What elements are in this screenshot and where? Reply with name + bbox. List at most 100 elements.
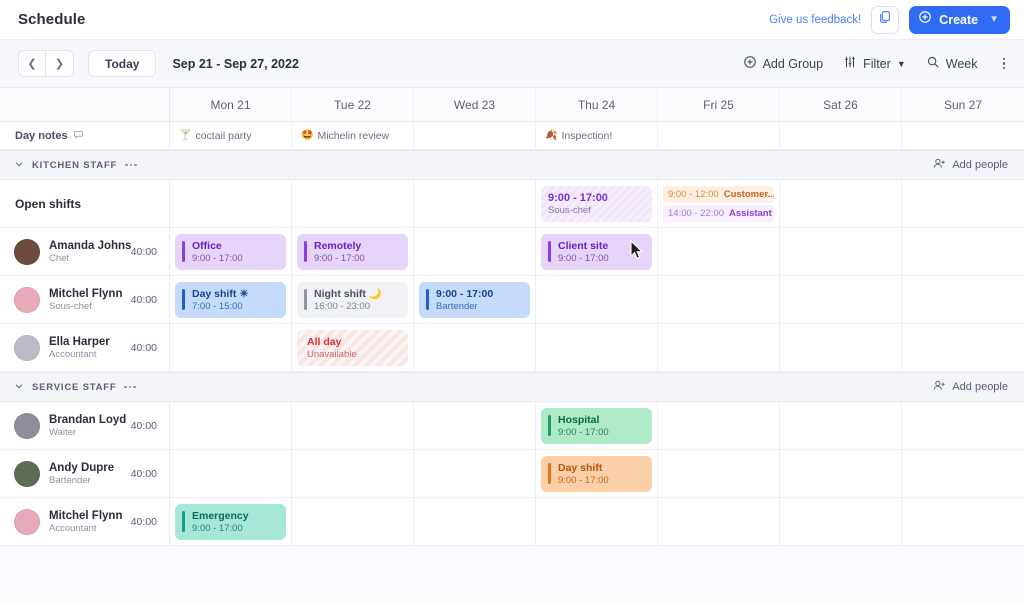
add-people-button-1[interactable]: Add people	[933, 379, 1008, 395]
schedule-cell-1[interactable]	[292, 450, 414, 497]
schedule-cell-1[interactable]	[292, 498, 414, 545]
schedule-cell-5[interactable]	[780, 498, 902, 545]
today-button[interactable]: Today	[88, 50, 156, 77]
header-actions: Give us feedback! Create ▼	[769, 6, 1010, 34]
schedule-cell-5[interactable]	[780, 276, 902, 323]
schedule-cell-5[interactable]	[780, 450, 902, 497]
open-shift-cell-4[interactable]: 9:00 - 12:00Customer... 14:00 - 22:00Assi…	[658, 180, 780, 227]
copy-button[interactable]	[871, 6, 899, 34]
filter-button[interactable]: Filter ▼	[843, 55, 906, 72]
schedule-cell-5[interactable]	[780, 228, 902, 275]
day-note-text-1: Michelin review	[317, 130, 389, 142]
shift-card[interactable]: Remotely9:00 - 17:00	[297, 234, 408, 270]
schedule-cell-0[interactable]: Day shift ☀7:00 - 15:00	[170, 276, 292, 323]
shift-card[interactable]: 9:00 - 17:00Sous-chef	[541, 186, 652, 222]
schedule-cell-4[interactable]	[658, 276, 780, 323]
shift-card[interactable]: Day shift9:00 - 17:00	[541, 456, 652, 492]
open-shift-cell-3[interactable]: 9:00 - 17:00Sous-chef	[536, 180, 658, 227]
schedule-cell-2[interactable]	[414, 324, 536, 371]
shift-card[interactable]: Day shift ☀7:00 - 15:00	[175, 282, 286, 318]
shift-card[interactable]: All dayUnavailable	[297, 330, 408, 366]
schedule-cell-6[interactable]	[902, 498, 1024, 545]
person-info-cell[interactable]: Mitchel FlynnSous-chef40:00	[0, 276, 170, 323]
schedule-cell-1[interactable]	[292, 402, 414, 449]
day-note-text-3: Inspection!	[561, 130, 612, 142]
schedule-cell-4[interactable]	[658, 450, 780, 497]
prev-week-button[interactable]: ❮	[18, 50, 46, 77]
schedule-cell-6[interactable]	[902, 276, 1024, 323]
open-shift-pill[interactable]: 9:00 - 12:00Customer...	[663, 186, 774, 203]
next-week-button[interactable]: ❯	[46, 50, 74, 77]
schedule-cell-3[interactable]	[536, 498, 658, 545]
schedule-cell-3[interactable]: Day shift9:00 - 17:00	[536, 450, 658, 497]
day-note-cell-0[interactable]: 🍸coctail party	[170, 122, 292, 149]
open-shift-cell-6[interactable]	[902, 180, 1024, 227]
schedule-cell-5[interactable]	[780, 402, 902, 449]
schedule-cell-4[interactable]	[658, 228, 780, 275]
day-note-cell-5[interactable]	[780, 122, 902, 149]
add-group-button[interactable]: Add Group	[743, 55, 823, 72]
schedule-cell-3[interactable]: Client site9:00 - 17:00	[536, 228, 658, 275]
shift-card[interactable]: Office9:00 - 17:00	[175, 234, 286, 270]
schedule-cell-0[interactable]	[170, 402, 292, 449]
schedule-cell-0[interactable]	[170, 324, 292, 371]
person-name: Brandan Loyd	[49, 414, 126, 426]
chevron-left-icon: ❮	[27, 57, 36, 70]
open-shift-cell-1[interactable]	[292, 180, 414, 227]
day-notes-label: Day notes	[15, 130, 68, 142]
schedule-cell-4[interactable]	[658, 498, 780, 545]
schedule-cell-4[interactable]	[658, 324, 780, 371]
create-button[interactable]: Create ▼	[909, 6, 1010, 34]
schedule-cell-2[interactable]: 9:00 - 17:00Bartender	[414, 276, 536, 323]
schedule-cell-3[interactable]	[536, 276, 658, 323]
person-info-cell[interactable]: Ella HarperAccountant40:00	[0, 324, 170, 371]
shift-card[interactable]: Hospital9:00 - 17:00	[541, 408, 652, 444]
more-options-button[interactable]	[998, 56, 1011, 72]
view-selector[interactable]: Week	[926, 55, 978, 72]
open-shift-cell-5[interactable]	[780, 180, 902, 227]
ellipsis-icon[interactable]	[124, 386, 136, 389]
ellipsis-icon[interactable]	[125, 164, 137, 167]
schedule-cell-5[interactable]	[780, 324, 902, 371]
schedule-cell-1[interactable]: All dayUnavailable	[292, 324, 414, 371]
schedule-cell-6[interactable]	[902, 228, 1024, 275]
schedule-cell-1[interactable]: Remotely9:00 - 17:00	[292, 228, 414, 275]
group-toggle-0[interactable]: KITCHEN STAFF	[14, 159, 117, 172]
open-shift-pill[interactable]: 14:00 - 22:00Assistant	[663, 205, 774, 222]
schedule-cell-6[interactable]	[902, 324, 1024, 371]
schedule-cell-1[interactable]: Night shift 🌙16:00 - 23:00	[292, 276, 414, 323]
feedback-link[interactable]: Give us feedback!	[769, 14, 861, 26]
shift-card[interactable]: Night shift 🌙16:00 - 23:00	[297, 282, 408, 318]
schedule-cell-2[interactable]	[414, 498, 536, 545]
schedule-cell-0[interactable]: Emergency9:00 - 17:00	[170, 498, 292, 545]
person-info-cell[interactable]: Mitchel FlynnAccountant40:00	[0, 498, 170, 545]
person-info-cell[interactable]: Andy DupreBartender40:00	[0, 450, 170, 497]
shift-card[interactable]: Client site9:00 - 17:00	[541, 234, 652, 270]
person-info-cell[interactable]: Brandan LoydWaiter40:00	[0, 402, 170, 449]
schedule-cell-0[interactable]: Office9:00 - 17:00	[170, 228, 292, 275]
person-info-cell[interactable]: Amanda JohnsChef40:00	[0, 228, 170, 275]
day-note-cell-2[interactable]	[414, 122, 536, 149]
day-note-cell-3[interactable]: 🍂Inspection!	[536, 122, 658, 149]
shift-card[interactable]: Emergency9:00 - 17:00	[175, 504, 286, 540]
add-people-button-0[interactable]: Add people	[933, 157, 1008, 173]
shift-title: Client site	[558, 240, 609, 252]
day-note-cell-6[interactable]	[902, 122, 1024, 149]
schedule-cell-3[interactable]: Hospital9:00 - 17:00	[536, 402, 658, 449]
schedule-cell-6[interactable]	[902, 450, 1024, 497]
shift-title: All day	[307, 336, 357, 348]
shift-card[interactable]: 9:00 - 17:00Bartender	[419, 282, 530, 318]
schedule-cell-2[interactable]	[414, 402, 536, 449]
open-shift-cell-2[interactable]	[414, 180, 536, 227]
group-toggle-1[interactable]: SERVICE STAFF	[14, 381, 116, 394]
schedule-cell-4[interactable]	[658, 402, 780, 449]
schedule-cell-2[interactable]	[414, 228, 536, 275]
schedule-cell-3[interactable]	[536, 324, 658, 371]
day-note-cell-4[interactable]	[658, 122, 780, 149]
open-shifts-label: Open shifts	[0, 180, 170, 227]
schedule-cell-0[interactable]	[170, 450, 292, 497]
open-shift-cell-0[interactable]	[170, 180, 292, 227]
schedule-cell-2[interactable]	[414, 450, 536, 497]
day-note-cell-1[interactable]: 🤩Michelin review	[292, 122, 414, 149]
schedule-cell-6[interactable]	[902, 402, 1024, 449]
